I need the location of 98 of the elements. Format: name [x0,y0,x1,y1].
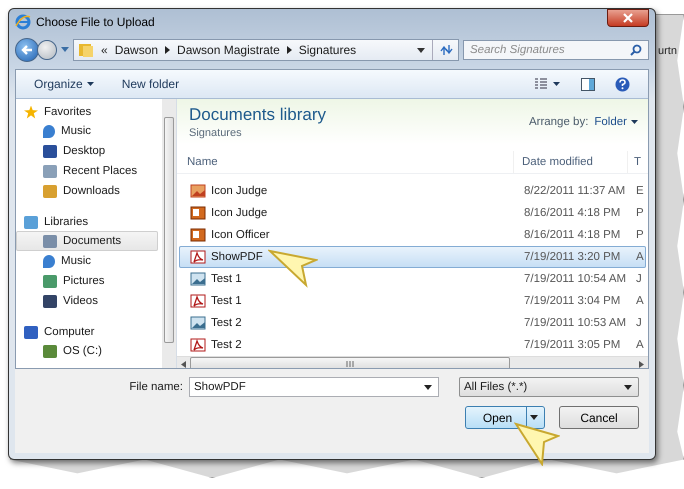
file-name-label: File name: [129,381,183,393]
library-title: Documents library [189,105,326,125]
pointer-arrow-icon [268,248,318,288]
nav-item[interactable]: Music [16,121,158,141]
file-name: Icon Judge [211,207,268,219]
arrange-label: Arrange by: [528,116,588,128]
nav-group[interactable]: Libraries [16,213,162,231]
column-header[interactable]: T [627,151,648,173]
nav-item[interactable]: Downloads [16,181,158,201]
chevron-icon[interactable] [165,46,170,54]
file-row[interactable]: Icon Judge 8/22/2011 11:37 AM E [179,180,646,202]
file-name: Icon Judge [211,185,268,197]
caret-icon [631,120,638,124]
date-cell-text: 7/19/2011 3:20 PM [523,251,622,263]
arrange-dropdown[interactable]: Folder [594,116,638,128]
nav-group[interactable]: Computer [16,323,162,341]
file-icon [190,183,206,199]
file-name: ShowPDF [211,251,263,263]
file-icon [190,249,206,265]
file-icon [190,205,206,221]
browser-icon [15,14,31,30]
nav-group[interactable]: Favorites [16,103,162,121]
grip-icon [346,361,354,367]
breadcrumb[interactable]: Dawson [114,43,158,57]
table-cell-text: A [635,339,645,351]
file-type-dropdown[interactable]: All Files (*.*) [459,377,639,397]
file-icon [190,227,206,243]
column-header[interactable]: Date modified [513,151,627,173]
file-row[interactable]: Test 2 7/19/2011 3:05 PM A [179,334,646,356]
dropdown-caret-icon [530,415,538,420]
refresh-icon [438,44,452,56]
file-name: Test 2 [211,317,242,329]
file-row[interactable]: Test 2 7/19/2011 10:53 AM J [179,312,646,334]
date-cell-text: 7/19/2011 3:04 PM [523,295,622,307]
file-name: Test 1 [211,273,242,285]
table-cell-text: J [635,273,643,285]
background-text: urtn [658,45,677,57]
nav-item[interactable]: Desktop [16,141,158,161]
table-cell-text: P [635,207,645,219]
column-header[interactable]: Name [177,151,513,173]
scroll-right-icon[interactable] [639,360,644,368]
nav-item[interactable]: Music [16,251,158,271]
file-name: Test 2 [211,339,242,351]
dropdown-caret-icon [624,384,632,390]
file-row[interactable]: ShowPDF 7/19/2011 3:20 PM A [179,246,646,268]
file-row[interactable]: Icon Officer 8/16/2011 4:18 PM P [179,224,646,246]
file-name: Test 1 [211,295,242,307]
scroll-left-icon[interactable] [181,360,186,368]
back-button[interactable] [15,38,39,62]
table-cell-text: A [635,251,645,263]
library-subtitle: Signatures [189,127,243,139]
table-cell-text: J [635,317,643,329]
dropdown-caret-icon[interactable] [417,48,425,52]
breadcrumb[interactable]: Signatures [298,43,356,57]
date-cell-text: 8/22/2011 11:37 AM [523,185,626,197]
nav-item[interactable]: Videos [16,291,158,311]
forward-button[interactable] [37,40,57,60]
nav-item[interactable]: OS (C:) [16,341,158,361]
close-button[interactable] [607,9,649,27]
history-caret-icon[interactable] [61,47,69,53]
caret-icon [86,82,94,86]
organize-button[interactable]: Organize [30,75,98,93]
nav-item[interactable]: Pictures [16,271,158,291]
dropdown-caret-icon [424,384,432,390]
date-cell-text: 8/16/2011 4:18 PM [523,207,622,219]
chevron-icon[interactable] [286,46,292,54]
date-cell-text: 7/19/2011 10:53 AM [523,317,628,329]
nav-item[interactable]: Documents [16,231,158,251]
search-icon [630,44,642,56]
date-cell-text: 8/16/2011 4:18 PM [523,229,622,241]
file-icon [190,293,206,309]
window-title: Choose File to Upload [36,15,155,29]
close-icon [623,13,633,23]
date-cell-text: 7/19/2011 10:54 AM [523,273,628,285]
breadcrumb[interactable]: « [101,43,108,57]
file-icon [190,315,206,331]
cancel-button[interactable]: Cancel [559,406,639,429]
new-folder-button[interactable]: New folder [118,75,184,93]
back-arrow-icon [20,43,34,57]
file-icon [190,337,206,353]
nav-item[interactable]: Recent Places [16,161,158,181]
breadcrumb[interactable]: Dawson Magistrate [177,43,280,57]
file-icon [190,271,206,287]
file-row[interactable]: Test 1 7/19/2011 3:04 PM A [179,290,646,312]
table-cell-text: E [635,185,645,197]
address-bar[interactable]: « Dawson Dawson Magistrate Signatures [73,39,459,61]
scrollbar[interactable] [177,356,648,368]
file-row[interactable]: Test 1 7/19/2011 10:54 AM J [179,268,646,290]
file-row[interactable]: Icon Judge 8/16/2011 4:18 PM P [179,202,646,224]
file-name: Icon Officer [211,229,270,241]
date-cell-text: 7/19/2011 3:05 PM [523,339,622,351]
file-name-field[interactable]: ShowPDF [189,377,439,397]
pointer-arrow-icon [514,422,560,466]
folder-icon [78,43,94,57]
table-cell-text: A [635,295,645,307]
table-cell-text: P [635,229,645,241]
scrollbar[interactable] [162,99,176,368]
open-button[interactable]: Open [465,406,545,429]
